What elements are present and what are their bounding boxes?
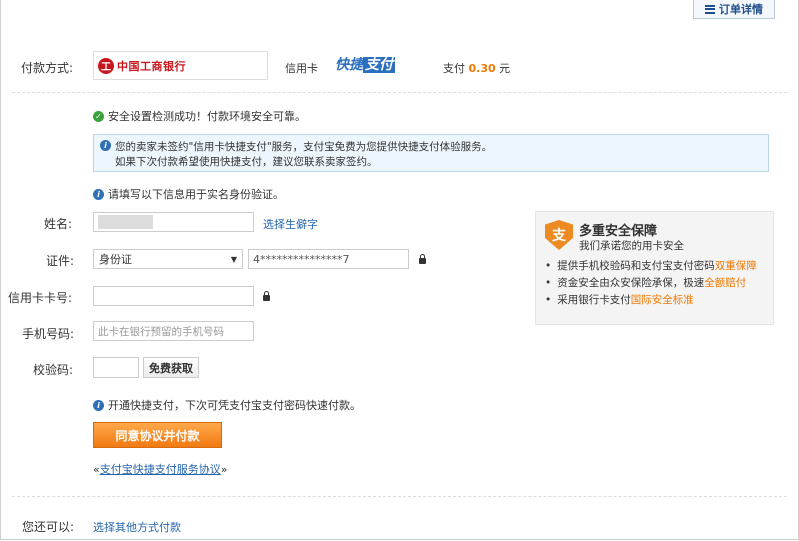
agreement-link[interactable]: 支付宝快捷支付服务协议 (100, 463, 221, 476)
security-subtitle: 我们承诺您的用卡安全 (579, 240, 684, 252)
order-detail-button[interactable]: 订单详情 (693, 0, 775, 19)
security-list: 提供手机校验码和支付宝支付密码双重保障 资金安全由众安保险承保，极速全额赔付 采… (545, 258, 757, 309)
bank-logo-box: 工 中国工商银行 (93, 51, 268, 80)
id-label: 证件: (46, 254, 75, 268)
phone-label: 手机号码: (22, 327, 75, 341)
security-item: 资金安全由众安保险承保，极速全额赔付 (545, 275, 757, 292)
verify-code-label: 校验码: (33, 363, 74, 377)
lock-icon (419, 254, 426, 264)
phone-input[interactable]: 此卡在银行预留的手机号码 (93, 321, 254, 341)
id-type-select[interactable]: 身份证 ▼ (93, 249, 243, 269)
security-title: 多重安全保障 (579, 224, 658, 239)
notice-line-1: 您的卖家未签约"信用卡快捷支付"服务，支付宝免费为您提供快捷支付体验服务。 (115, 141, 493, 153)
security-panel: 支 多重安全保障 我们承诺您的用卡安全 提供手机校验码和支付宝支付密码双重保障 … (535, 211, 774, 325)
info-icon: i (93, 399, 104, 411)
fill-info-message: i 请填写以下信息用于实名身份验证。 (93, 186, 284, 202)
icbc-logo-icon: 工 (98, 57, 114, 74)
card-number-input[interactable] (93, 286, 254, 306)
check-icon: ✓ (93, 110, 104, 122)
divider (12, 496, 787, 497)
info-icon: i (100, 140, 111, 151)
other-method-link[interactable]: 选择其他方式付款 (93, 519, 181, 535)
name-input[interactable] (93, 212, 254, 232)
agree-and-pay-button[interactable]: 同意协议并付款 (93, 422, 222, 448)
alipay-shield-icon: 支 (545, 220, 573, 250)
quick-pay-logo: 快捷 支付 (335, 57, 395, 73)
notice-line-2: 如果下次付款希望使用快捷支付，建议您联系卖家签约。 (115, 156, 378, 168)
security-item: 提供手机校验码和支付宝支付密码双重保障 (545, 258, 757, 275)
payment-method-label: 付款方式: (21, 61, 74, 75)
dropdown-arrow-icon: ▼ (230, 254, 237, 264)
card-type: 信用卡 (285, 62, 318, 75)
fetch-code-button[interactable]: 免费获取 (143, 357, 199, 378)
name-label: 姓名: (44, 217, 73, 231)
agreement-line: «支付宝快捷支付服务协议» (93, 463, 228, 476)
masked-name (98, 215, 153, 229)
divider (12, 92, 787, 93)
card-number-label: 信用卡卡号: (8, 291, 73, 305)
open-quick-pay-message: i 开通快捷支付，下次可凭支付宝支付密码快速付款。 (93, 397, 361, 413)
info-icon: i (93, 188, 104, 200)
rare-char-link[interactable]: 选择生僻字 (263, 216, 318, 232)
bank-name: 中国工商银行 (117, 59, 186, 73)
lock-icon (263, 291, 270, 301)
other-options-label: 您还可以: (22, 520, 75, 534)
id-number-input[interactable]: 4***************7 (248, 249, 409, 269)
order-detail-label: 订单详情 (719, 3, 763, 16)
notice-box: i 您的卖家未签约"信用卡快捷支付"服务，支付宝免费为您提供快捷支付体验服务。 如… (93, 134, 769, 172)
payment-amount: 支付 0.30 元 (443, 62, 511, 75)
security-item: 采用银行卡支付国际安全标准 (545, 292, 757, 309)
verify-code-input[interactable] (93, 357, 139, 378)
security-check-message: ✓ 安全设置检测成功！付款环境安全可靠。 (93, 108, 306, 124)
list-icon (705, 4, 715, 14)
